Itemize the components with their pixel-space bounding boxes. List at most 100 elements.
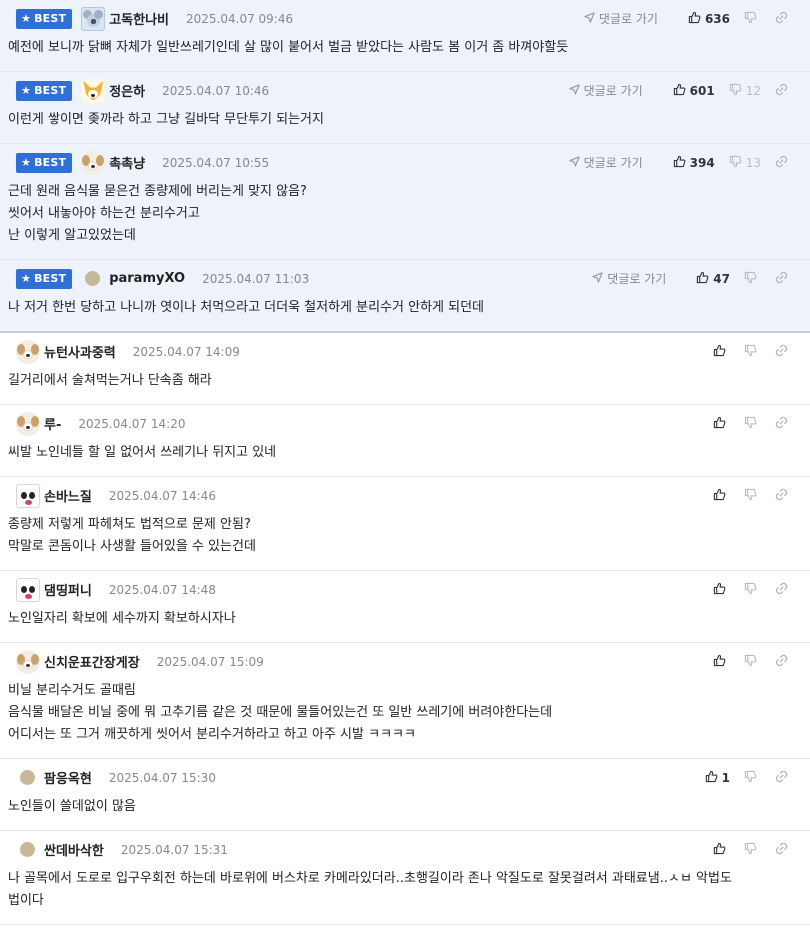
goto-comment-link[interactable]: 댓글로 가기	[568, 154, 643, 171]
comment-text: 나 저거 한번 당하고 나니까 엿이나 처먹으라고 더더욱 철저하게 분리수거 …	[8, 300, 485, 315]
copy-link-button[interactable]	[775, 488, 792, 504]
dislike-button[interactable]	[744, 271, 761, 287]
dislike-button[interactable]: 13	[729, 155, 761, 171]
comment-date: 2025.04.07 15:30	[108, 770, 216, 785]
avatar[interactable]	[16, 411, 40, 436]
comment-header: ★ BEST paramyXO 2025.04.07 11:03 댓글로 가기 4…	[8, 260, 802, 297]
like-count: 636	[704, 11, 730, 26]
thumbs-up-icon	[673, 83, 690, 99]
dislike-button[interactable]	[744, 582, 761, 598]
best-badge-label: BEST	[34, 84, 67, 97]
comment-text: 종량제 저렇게 파헤쳐도 법적으로 문제 안됨? 막말로 콘돔이나 사생활 들어…	[8, 517, 256, 554]
author-name[interactable]: 손바느질	[44, 486, 92, 505]
arrow-icon	[584, 11, 599, 26]
comment: 신치운표간장게장 2025.04.07 15:09 비닐 분리수거도 골때림 음…	[0, 643, 810, 759]
arrow-icon	[568, 155, 584, 170]
like-button[interactable]: 601	[673, 83, 715, 99]
avatar[interactable]	[81, 6, 106, 31]
author-name[interactable]: 고독한나비	[109, 9, 169, 28]
like-button[interactable]: 636	[688, 11, 730, 27]
goto-comment-link[interactable]: 댓글로 가기	[584, 10, 658, 27]
copy-link-button[interactable]	[775, 155, 792, 171]
avatar[interactable]	[16, 339, 40, 364]
link-icon	[775, 416, 792, 432]
thumbs-down-icon	[744, 842, 761, 858]
like-button[interactable]	[713, 488, 730, 504]
star-icon: ★	[21, 272, 32, 285]
comment-header: 댐띵퍼니 2025.04.07 14:48	[8, 571, 802, 608]
avatar[interactable]	[20, 770, 35, 785]
thumbs-down-icon	[744, 654, 761, 670]
copy-link-button[interactable]	[775, 654, 792, 670]
author-name[interactable]: 싼데바삭한	[44, 840, 104, 859]
goto-comment-link[interactable]: 댓글로 가기	[568, 82, 643, 99]
author-name[interactable]: paramyXO	[109, 271, 185, 286]
avatar[interactable]	[16, 649, 40, 674]
author-name[interactable]: 팜응옥현	[44, 768, 92, 787]
author-name[interactable]: 정은하	[109, 81, 145, 100]
comment-text: 길거리에서 술쳐먹는거나 단속좀 해라	[8, 373, 212, 388]
dislike-button[interactable]	[744, 416, 761, 432]
like-button[interactable]	[713, 842, 730, 858]
dislike-button[interactable]	[744, 344, 761, 360]
comment: 팜응옥현 2025.04.07 15:30 1 노인들이 쓸데없이 많음	[0, 759, 810, 831]
dislike-count: 12	[745, 83, 761, 98]
goto-comment-link[interactable]: 댓글로 가기	[592, 270, 666, 287]
comment-date: 2025.04.07 14:46	[108, 488, 216, 503]
link-icon	[775, 83, 792, 99]
link-icon	[775, 488, 792, 504]
like-count: 601	[689, 83, 715, 98]
like-button[interactable]: 1	[705, 770, 730, 786]
author-name[interactable]: 촉촉냥	[109, 153, 145, 172]
dislike-button[interactable]	[744, 842, 761, 858]
dislike-button[interactable]: 12	[729, 83, 761, 99]
avatar[interactable]	[81, 78, 106, 103]
avatar[interactable]	[81, 150, 106, 175]
avatar[interactable]	[20, 842, 35, 857]
avatar[interactable]	[85, 271, 101, 286]
comment-date: 2025.04.07 14:20	[78, 416, 186, 431]
dislike-button[interactable]	[744, 11, 761, 27]
copy-link-button[interactable]	[775, 83, 792, 99]
thumbs-up-icon	[713, 344, 730, 360]
dislike-button[interactable]	[744, 654, 761, 670]
thumbs-down-icon	[729, 83, 746, 99]
copy-link-button[interactable]	[775, 416, 792, 432]
author-name[interactable]: 뉴턴사과중력	[44, 342, 116, 361]
thumbs-up-icon	[688, 11, 705, 27]
copy-link-button[interactable]	[775, 11, 792, 27]
best-comment: ★ BEST 정은하 2025.04.07 10:46 댓글로 가기 601 12…	[0, 72, 810, 144]
dislike-button[interactable]	[744, 488, 761, 504]
thumbs-down-icon	[744, 582, 761, 598]
like-button[interactable]	[713, 416, 730, 432]
author-name[interactable]: 신치운표간장게장	[44, 652, 140, 671]
comment-date: 2025.04.07 10:46	[162, 83, 270, 98]
author-name[interactable]: 루-	[44, 414, 61, 433]
arrow-icon	[568, 83, 584, 98]
best-badge: ★ BEST	[16, 152, 73, 173]
thumbs-up-icon	[696, 271, 713, 287]
star-icon: ★	[21, 156, 32, 169]
copy-link-button[interactable]	[775, 770, 792, 786]
copy-link-button[interactable]	[775, 271, 792, 287]
like-button[interactable]	[713, 654, 730, 670]
dislike-button[interactable]	[744, 770, 761, 786]
author-name[interactable]: 댐띵퍼니	[44, 580, 92, 599]
thumbs-down-icon	[729, 155, 746, 171]
copy-link-button[interactable]	[775, 344, 792, 360]
like-button[interactable]	[713, 582, 730, 598]
like-button[interactable]: 47	[696, 271, 730, 287]
copy-link-button[interactable]	[775, 842, 792, 858]
comment: 싼데바삭한 2025.04.07 15:31 나 골목에서 도로로 입구우회전 …	[0, 831, 810, 925]
comment-text: 예전에 보니까 닭뼈 자체가 일반쓰레기인데 살 많이 붙어서 벌금 받았다는 …	[8, 40, 569, 55]
like-button[interactable]	[713, 344, 730, 360]
like-button[interactable]: 394	[673, 155, 715, 171]
link-icon	[775, 842, 792, 858]
copy-link-button[interactable]	[775, 582, 792, 598]
thumbs-up-icon	[705, 770, 722, 786]
avatar[interactable]	[16, 577, 40, 602]
avatar[interactable]	[16, 483, 40, 508]
link-icon	[775, 582, 792, 598]
comment-text: 이런게 쌓이면 좆까라 하고 그냥 길바닥 무단투기 되는거지	[8, 112, 324, 127]
comment-header: 싼데바삭한 2025.04.07 15:31	[8, 831, 802, 868]
